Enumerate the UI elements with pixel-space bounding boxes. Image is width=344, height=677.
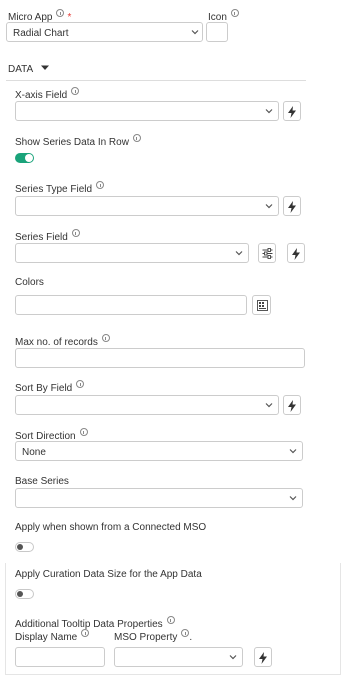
colors-input[interactable] <box>15 295 247 315</box>
base-series-label: Base Series <box>15 476 69 487</box>
info-icon <box>101 334 110 342</box>
mso-property-lightning-button[interactable] <box>254 647 272 667</box>
sort-direction-value: None <box>22 447 46 458</box>
info-icon <box>230 9 239 17</box>
chevron-down-icon <box>265 204 273 209</box>
series-type-field-select[interactable] <box>15 196 279 216</box>
sliders-icon <box>262 248 273 259</box>
apply-connected-mso-label: Apply when shown from a Connected MSO <box>15 522 207 533</box>
chevron-down-icon <box>235 251 243 256</box>
mso-property-select[interactable] <box>114 647 243 667</box>
x-axis-field-select[interactable] <box>15 101 279 121</box>
info-icon <box>96 181 105 189</box>
series-type-field-label: Series Type Field <box>15 181 105 196</box>
info-icon <box>71 229 80 237</box>
color-palette-button[interactable] <box>252 295 271 315</box>
info-icon <box>132 134 141 142</box>
info-icon <box>76 380 85 388</box>
display-name-label: Display Name <box>15 629 90 644</box>
show-series-row-label: Show Series Data In Row <box>15 134 141 149</box>
info-icon <box>81 629 90 637</box>
chevron-down-icon <box>191 30 199 35</box>
sort-direction-select[interactable]: None <box>15 441 303 461</box>
micro-app-value: Radial Chart <box>13 28 69 39</box>
lightning-bolt-icon <box>292 248 300 260</box>
series-field-label: Series Field <box>15 229 80 244</box>
data-section-header[interactable]: DATA <box>8 64 50 76</box>
sort-by-field-select[interactable] <box>15 395 279 415</box>
sort-by-field-label: Sort By Field <box>15 380 85 395</box>
info-icon <box>71 87 80 95</box>
colors-label: Colors <box>15 277 44 288</box>
caret-down-icon <box>41 65 50 70</box>
series-type-lightning-button[interactable] <box>283 196 301 216</box>
micro-app-select[interactable]: Radial Chart <box>6 22 203 42</box>
chevron-down-icon <box>289 449 297 454</box>
icon-picker[interactable] <box>206 22 228 42</box>
chevron-down-icon <box>229 655 237 660</box>
display-name-input[interactable] <box>15 647 105 667</box>
lightning-bolt-icon <box>288 106 296 118</box>
series-field-select[interactable] <box>15 243 249 263</box>
section-divider <box>6 80 306 81</box>
chevron-down-icon <box>265 109 273 114</box>
max-records-input[interactable] <box>15 348 305 368</box>
info-icon <box>166 616 175 624</box>
lightning-bolt-icon <box>288 400 296 412</box>
apply-connected-mso-toggle[interactable] <box>15 542 34 552</box>
series-field-settings-button[interactable] <box>258 243 276 263</box>
chevron-down-icon <box>289 496 297 501</box>
color-palette-icon <box>257 300 268 311</box>
base-series-select[interactable] <box>15 488 303 508</box>
info-icon <box>56 9 65 17</box>
info-icon <box>79 428 88 436</box>
x-axis-field-label: X-axis Field <box>15 87 80 102</box>
lightning-bolt-icon <box>259 652 267 664</box>
lightning-bolt-icon <box>288 201 296 213</box>
mso-property-suffix: . <box>189 632 193 643</box>
chevron-down-icon <box>265 403 273 408</box>
sort-by-lightning-button[interactable] <box>283 395 301 415</box>
series-field-lightning-button[interactable] <box>287 243 305 263</box>
apply-curation-label: Apply Curation Data Size for the App Dat… <box>15 569 202 580</box>
max-records-label: Max no. of records <box>15 334 110 349</box>
apply-curation-toggle[interactable] <box>15 589 34 599</box>
show-series-row-toggle[interactable] <box>15 153 34 163</box>
x-axis-lightning-button[interactable] <box>283 101 301 121</box>
mso-property-label: MSO Property. <box>114 629 192 644</box>
